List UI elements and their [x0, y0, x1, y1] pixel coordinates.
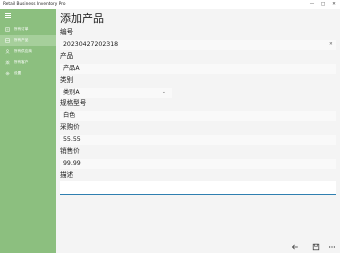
- price-field[interactable]: 99.99: [60, 159, 336, 169]
- model-value: 白色: [63, 112, 76, 119]
- bottom-command-bar: [56, 241, 340, 253]
- main-content: 添加产品 编号 20230427202318 ✕ 产品 产品A 类别 类别A ⌄…: [56, 9, 340, 253]
- sidebar-item-customers[interactable]: 所有客户: [0, 57, 56, 68]
- title-bar: Retail Business Inventory Pro — □ ✕: [0, 0, 340, 9]
- sidebar-item-label: 设置: [14, 71, 22, 75]
- category-label: 类别: [60, 76, 74, 84]
- sidebar-item-label: 所有供应商: [14, 49, 32, 53]
- cost-label: 采购价: [60, 123, 80, 131]
- more-icon[interactable]: [328, 243, 336, 251]
- model-label: 规格型号: [60, 99, 87, 107]
- suppliers-icon: [5, 49, 10, 54]
- cost-value: 55.55: [63, 136, 81, 143]
- sidebar-item-suppliers[interactable]: 所有供应商: [0, 46, 56, 57]
- cost-field[interactable]: 55.55: [60, 135, 336, 145]
- sidebar-item-products[interactable]: 所有产品: [0, 35, 56, 46]
- sidebar-item-label: 所有订单: [14, 27, 29, 31]
- price-label: 销售价: [60, 147, 80, 155]
- sidebar-item-orders[interactable]: 所有订单: [0, 24, 56, 35]
- back-arrow-icon[interactable]: [291, 243, 299, 251]
- clear-icon[interactable]: ✕: [329, 40, 333, 50]
- product-value: 产品A: [63, 65, 80, 72]
- description-label: 描述: [60, 171, 74, 179]
- product-field[interactable]: 产品A: [60, 64, 336, 74]
- category-value: 类别A: [63, 89, 80, 96]
- orders-icon: [5, 27, 10, 32]
- products-icon: [5, 38, 10, 43]
- code-label: 编号: [60, 28, 74, 36]
- page-title: 添加产品: [60, 12, 104, 25]
- window-title: Retail Business Inventory Pro: [3, 2, 66, 7]
- sidebar-item-label: 所有产品: [14, 38, 29, 42]
- price-value: 99.99: [63, 160, 81, 167]
- maximize-button[interactable]: □: [318, 0, 328, 9]
- sidebar-item-settings[interactable]: 设置: [0, 68, 56, 79]
- product-label: 产品: [60, 52, 74, 60]
- chevron-down-icon: ⌄: [162, 90, 166, 95]
- description-input[interactable]: [60, 181, 336, 195]
- save-icon[interactable]: [312, 243, 320, 251]
- minimize-button[interactable]: —: [307, 0, 317, 9]
- sidebar: 所有订单 所有产品 所有供应商 所有客户 设置: [0, 9, 56, 253]
- code-value: 20230427202318: [63, 41, 119, 48]
- customers-icon: [5, 60, 10, 65]
- model-field[interactable]: 白色: [60, 111, 336, 121]
- code-field[interactable]: 20230427202318 ✕: [60, 40, 336, 50]
- category-dropdown[interactable]: 类别A ⌄: [60, 88, 172, 98]
- gear-icon: [5, 71, 10, 76]
- hamburger-menu-icon[interactable]: [5, 13, 11, 18]
- close-button[interactable]: ✕: [329, 0, 339, 9]
- sidebar-item-label: 所有客户: [14, 60, 29, 64]
